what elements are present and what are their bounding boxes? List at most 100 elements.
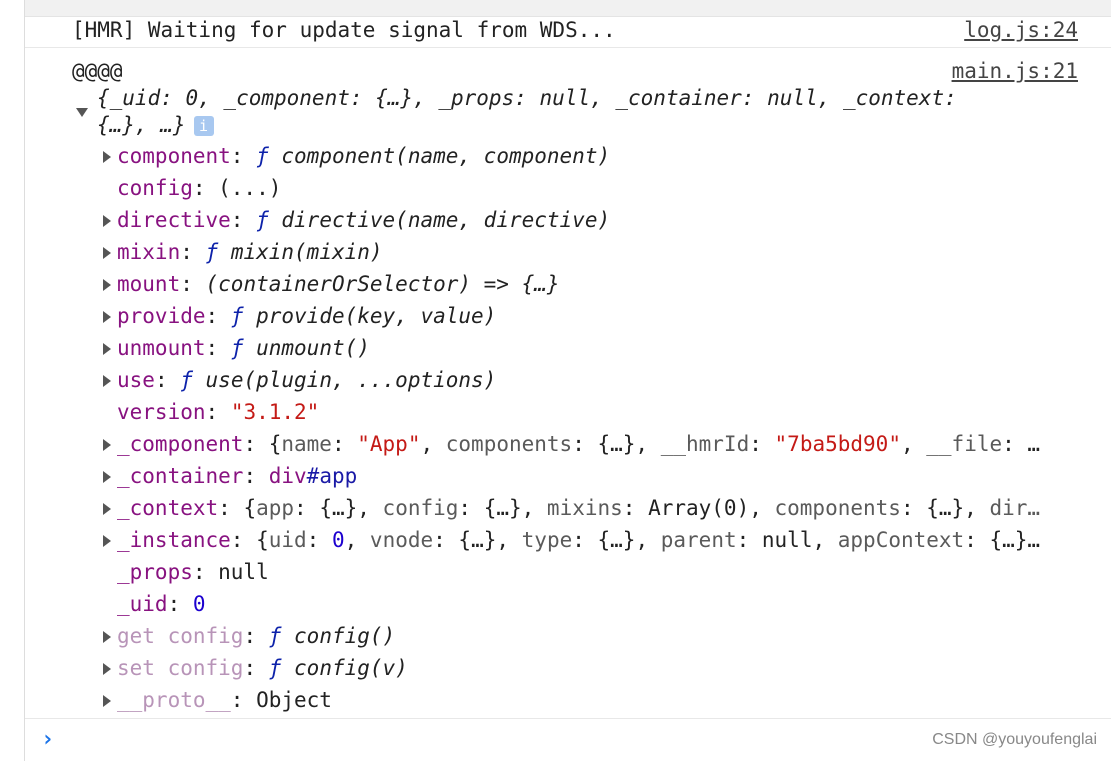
property-row[interactable]: _container: div#app bbox=[103, 461, 357, 491]
property-value: appContext bbox=[837, 528, 965, 552]
expand-triangle-icon[interactable] bbox=[103, 663, 111, 675]
expand-triangle-icon[interactable] bbox=[103, 631, 111, 643]
source-link[interactable]: log.js:24 bbox=[964, 15, 1078, 45]
property-value: provide(key, value) bbox=[256, 304, 497, 328]
property-value: use(plugin, ...options) bbox=[205, 368, 497, 392]
property-row[interactable]: directive: ƒ directive(name, directive) bbox=[103, 205, 610, 235]
property-value: ƒ bbox=[205, 240, 231, 264]
watermark: CSDN @youyoufenglai bbox=[932, 731, 1097, 748]
property-key: __proto__ bbox=[117, 688, 231, 712]
property-key: version bbox=[117, 400, 206, 424]
console-input[interactable]: › CSDN @youyoufenglai bbox=[25, 718, 1111, 762]
property-value: config() bbox=[294, 624, 396, 648]
expand-triangle-icon[interactable] bbox=[103, 279, 111, 291]
property-row[interactable]: _instance: {uid: 0, vnode: {…}, type: {…… bbox=[103, 525, 1040, 555]
property-value: : { bbox=[243, 432, 282, 456]
property-key: _props bbox=[117, 560, 193, 584]
property-value: ƒ bbox=[256, 144, 282, 168]
property-row[interactable]: get config: ƒ config() bbox=[103, 621, 395, 651]
expand-triangle-icon[interactable] bbox=[103, 695, 111, 707]
property-value: : bbox=[205, 304, 231, 328]
property-value: : … bbox=[1002, 432, 1041, 456]
property-row[interactable]: set config: ƒ config(v) bbox=[103, 653, 408, 683]
collapse-triangle-icon[interactable] bbox=[76, 108, 88, 117]
property-value: type bbox=[521, 528, 573, 552]
property-row[interactable]: component: ƒ component(name, component) bbox=[103, 141, 610, 171]
property-value: components bbox=[445, 432, 573, 456]
property-key: _component bbox=[117, 432, 244, 456]
property-row[interactable]: provide: ƒ provide(key, value) bbox=[103, 301, 496, 331]
property-row: version: "3.1.2" bbox=[103, 397, 319, 427]
property-row[interactable]: _component: {name: "App", components: {…… bbox=[103, 429, 1040, 459]
chevron-right-icon: › bbox=[41, 727, 55, 752]
property-key: directive bbox=[117, 208, 231, 232]
property-value: (containerOrSelector) => {…} bbox=[205, 272, 560, 296]
property-value: 0 bbox=[331, 528, 345, 552]
message-text: @@@@ bbox=[72, 59, 123, 83]
console-panel: [HMR] Waiting for update signal from WDS… bbox=[24, 0, 1111, 761]
expand-triangle-icon[interactable] bbox=[103, 375, 111, 387]
property-value: ƒ bbox=[268, 624, 295, 648]
property-value: component(name, component) bbox=[281, 144, 611, 168]
source-link[interactable]: main.js:21 bbox=[952, 56, 1078, 86]
property-value: ƒ bbox=[180, 368, 206, 392]
object-summary-line1[interactable]: {_uid: 0, _component: {…}, _props: null,… bbox=[97, 83, 957, 113]
console-message-hmr: [HMR] Waiting for update signal from WDS… bbox=[25, 17, 1111, 48]
property-value: 0 bbox=[192, 592, 206, 616]
property-value: : bbox=[205, 400, 231, 424]
property-key: set config bbox=[117, 656, 244, 680]
property-value: : {…}, bbox=[572, 528, 661, 552]
property-value: , bbox=[420, 432, 446, 456]
property-value: __file bbox=[926, 432, 1003, 456]
property-value: : {…}, bbox=[433, 528, 522, 552]
property-key: use bbox=[117, 368, 155, 392]
property-value: : {…}, bbox=[294, 496, 383, 520]
summary-text: {…}, …} bbox=[97, 113, 186, 137]
expand-triangle-icon[interactable] bbox=[103, 343, 111, 355]
property-value: : bbox=[205, 336, 231, 360]
property-row[interactable]: _context: {app: {…}, config: {…}, mixins… bbox=[103, 493, 1040, 523]
property-value: mixin(mixin) bbox=[230, 240, 383, 264]
info-icon[interactable]: i bbox=[193, 116, 214, 136]
property-value: components bbox=[774, 496, 901, 520]
property-value: : null, bbox=[736, 528, 838, 552]
property-value: : {…}, bbox=[458, 496, 547, 520]
property-value: : bbox=[243, 464, 269, 488]
property-value: mixins bbox=[546, 496, 623, 520]
expand-triangle-icon[interactable] bbox=[103, 247, 111, 259]
property-value: , bbox=[344, 528, 370, 552]
property-value: dir… bbox=[989, 496, 1041, 520]
property-key: _context bbox=[117, 496, 219, 520]
property-value: : bbox=[154, 368, 181, 392]
expand-triangle-icon[interactable] bbox=[103, 535, 111, 547]
property-value: "7ba5bd90" bbox=[774, 432, 901, 456]
property-value: : bbox=[167, 592, 193, 616]
property-value: config bbox=[382, 496, 459, 520]
property-row[interactable]: mount: (containerOrSelector) => {…} bbox=[103, 269, 560, 299]
expand-triangle-icon[interactable] bbox=[103, 151, 111, 163]
expand-triangle-icon[interactable] bbox=[103, 503, 111, 515]
property-key: provide bbox=[117, 304, 206, 328]
property-value: "App" bbox=[357, 432, 421, 456]
property-row[interactable]: use: ƒ use(plugin, ...options) bbox=[103, 365, 496, 395]
object-summary-line2[interactable]: {…}, …} i bbox=[97, 110, 214, 140]
property-value: : { bbox=[218, 496, 257, 520]
property-value: ƒ bbox=[256, 208, 282, 232]
expand-triangle-icon[interactable] bbox=[103, 439, 111, 451]
expand-triangle-icon[interactable] bbox=[103, 215, 111, 227]
property-row[interactable]: mixin: ƒ mixin(mixin) bbox=[103, 237, 383, 267]
property-value: : bbox=[180, 240, 206, 264]
property-key: _instance bbox=[117, 528, 231, 552]
property-value: vnode bbox=[369, 528, 434, 552]
property-value: ƒ bbox=[230, 304, 257, 328]
property-value: : (...) bbox=[192, 176, 282, 200]
property-value: : bbox=[243, 624, 269, 648]
property-key: get config bbox=[117, 624, 244, 648]
property-row[interactable]: unmount: ƒ unmount() bbox=[103, 333, 370, 363]
property-row[interactable]: __proto__: Object bbox=[103, 685, 332, 715]
expand-triangle-icon[interactable] bbox=[103, 471, 111, 483]
property-value: : bbox=[230, 208, 257, 232]
expand-triangle-icon[interactable] bbox=[103, 311, 111, 323]
property-key: config bbox=[117, 176, 193, 200]
property-row: config: (...) bbox=[103, 173, 281, 203]
